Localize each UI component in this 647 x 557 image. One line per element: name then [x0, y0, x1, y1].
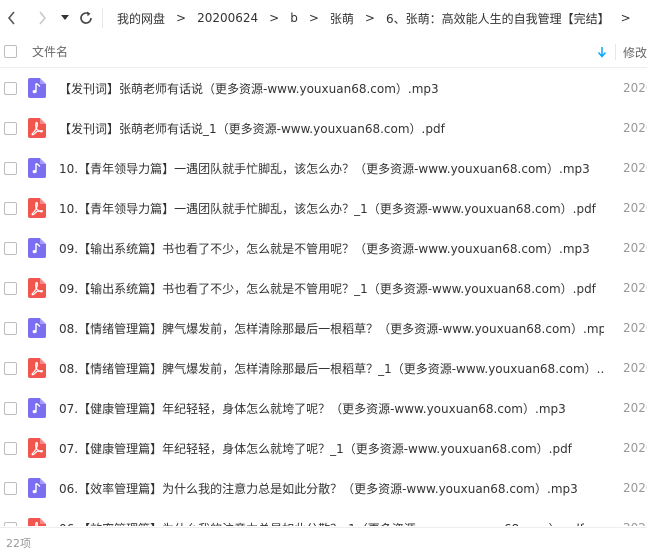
file-name[interactable]: 07.【健康管理篇】年纪轻轻，身体怎么就垮了呢？（更多资源-www.youxua… — [59, 400, 566, 417]
column-header-filename[interactable]: 文件名 — [32, 43, 68, 60]
audio-file-icon — [28, 318, 46, 338]
column-divider[interactable] — [615, 44, 616, 60]
triangle-down-icon[interactable] — [58, 0, 72, 36]
file-modified-date: 2020 — [623, 321, 647, 335]
file-name[interactable]: 08.【情绪管理篇】脾气爆发前，怎样清除那最后一根稻草？_1（更多资源-www.… — [59, 360, 604, 377]
column-header-modified[interactable]: 修改 — [623, 44, 647, 61]
row-checkbox[interactable] — [4, 441, 17, 455]
file-modified-date: 2020 — [623, 361, 647, 375]
breadcrumb: 我的网盘 > 20200624 > b > 张萌 > 6、张萌：高效能人生的自我… — [102, 8, 642, 28]
file-row[interactable]: 09.【输出系统篇】书也看了不少，怎么就是不管用呢？_1（更多资源-www.yo… — [0, 268, 647, 308]
row-checkbox[interactable] — [4, 241, 17, 255]
audio-file-icon — [28, 238, 46, 258]
row-checkbox[interactable] — [4, 361, 17, 375]
audio-file-icon — [28, 478, 46, 498]
breadcrumb-item-current[interactable]: 6、张萌：高效能人生的自我管理【完结】 — [386, 10, 610, 27]
file-row[interactable]: 08.【情绪管理篇】脾气爆发前，怎样清除那最后一根稻草？_1（更多资源-www.… — [0, 348, 647, 388]
pdf-file-icon — [28, 358, 46, 378]
file-list: 【发刊词】张萌老师有话说（更多资源-www.youxuan68.com）.mp3… — [0, 68, 647, 526]
pdf-file-icon — [28, 278, 46, 298]
audio-file-icon — [28, 158, 46, 178]
file-name[interactable]: 06.【效率管理篇】为什么我的注意力总是如此分散？_1（更多资源-www.you… — [59, 520, 584, 527]
pdf-file-icon — [28, 518, 46, 526]
chevron-right-icon[interactable] — [32, 0, 52, 36]
file-name[interactable]: 09.【输出系统篇】书也看了不少，怎么就是不管用呢？（更多资源-www.youx… — [59, 240, 590, 257]
file-row[interactable]: 07.【健康管理篇】年纪轻轻，身体怎么就垮了呢？_1（更多资源-www.youx… — [0, 428, 647, 468]
file-modified-date: 2020 — [623, 481, 647, 495]
file-modified-date: 2020 — [623, 441, 647, 455]
row-checkbox[interactable] — [4, 521, 17, 526]
file-name[interactable]: 06.【效率管理篇】为什么我的注意力总是如此分散？（更多资源-www.youxu… — [59, 480, 578, 497]
file-modified-date: 2020 — [623, 521, 647, 526]
select-all-checkbox[interactable] — [4, 45, 17, 58]
file-modified-date: 2020 — [623, 121, 647, 135]
file-row[interactable]: 07.【健康管理篇】年纪轻轻，身体怎么就垮了呢？（更多资源-www.youxua… — [0, 388, 647, 428]
pdf-file-icon — [28, 118, 46, 138]
file-name[interactable]: 09.【输出系统篇】书也看了不少，怎么就是不管用呢？_1（更多资源-www.yo… — [59, 280, 596, 297]
breadcrumb-separator: > — [176, 11, 187, 25]
file-modified-date: 2020 — [623, 161, 647, 175]
audio-file-icon — [28, 78, 46, 98]
file-modified-date: 2020 — [623, 241, 647, 255]
row-checkbox[interactable] — [4, 81, 17, 95]
file-modified-date: 2020 — [623, 401, 647, 415]
row-checkbox[interactable] — [4, 161, 17, 175]
toolbar: 我的网盘 > 20200624 > b > 张萌 > 6、张萌：高效能人生的自我… — [0, 0, 647, 36]
list-header: 文件名 修改 — [0, 36, 647, 68]
status-bar: 22项 — [0, 527, 647, 557]
file-row[interactable]: 08.【情绪管理篇】脾气爆发前，怎样清除那最后一根稻草？（更多资源-www.yo… — [0, 308, 647, 348]
breadcrumb-separator: > — [269, 11, 280, 25]
file-modified-date: 2020 — [623, 201, 647, 215]
file-row[interactable]: 【发刊词】张萌老师有话说（更多资源-www.youxuan68.com）.mp3… — [0, 68, 647, 108]
refresh-icon[interactable] — [76, 0, 96, 36]
row-checkbox[interactable] — [4, 121, 17, 135]
file-row[interactable]: 10.【青年领导力篇】一遇团队就手忙脚乱，该怎么办？_1（更多资源-www.yo… — [0, 188, 647, 228]
breadcrumb-item-root[interactable]: 我的网盘 — [117, 10, 165, 27]
arrow-down-icon[interactable] — [597, 46, 607, 58]
breadcrumb-separator: > — [364, 11, 375, 25]
audio-file-icon — [28, 398, 46, 418]
row-checkbox[interactable] — [4, 481, 17, 495]
chevron-left-icon[interactable] — [2, 0, 22, 36]
file-row[interactable]: 09.【输出系统篇】书也看了不少，怎么就是不管用呢？（更多资源-www.youx… — [0, 228, 647, 268]
breadcrumb-separator: > — [308, 11, 319, 25]
file-row[interactable]: 06.【效率管理篇】为什么我的注意力总是如此分散？（更多资源-www.youxu… — [0, 468, 647, 508]
pdf-file-icon — [28, 198, 46, 218]
breadcrumb-separator: > — [620, 11, 631, 25]
row-checkbox[interactable] — [4, 401, 17, 415]
file-name[interactable]: 10.【青年领导力篇】一遇团队就手忙脚乱，该怎么办？_1（更多资源-www.yo… — [59, 200, 596, 217]
row-checkbox[interactable] — [4, 201, 17, 215]
file-row[interactable]: 06.【效率管理篇】为什么我的注意力总是如此分散？_1（更多资源-www.you… — [0, 508, 647, 526]
file-name[interactable]: 【发刊词】张萌老师有话说_1（更多资源-www.youxuan68.com）.p… — [59, 120, 445, 137]
file-name[interactable]: 10.【青年领导力篇】一遇团队就手忙脚乱，该怎么办？（更多资源-www.youx… — [59, 160, 590, 177]
file-row[interactable]: 10.【青年领导力篇】一遇团队就手忙脚乱，该怎么办？（更多资源-www.youx… — [0, 148, 647, 188]
file-row[interactable]: 【发刊词】张萌老师有话说_1（更多资源-www.youxuan68.com）.p… — [0, 108, 647, 148]
row-checkbox[interactable] — [4, 281, 17, 295]
breadcrumb-item-b[interactable]: b — [290, 11, 298, 25]
file-modified-date: 2020 — [623, 281, 647, 295]
item-count: 22项 — [6, 536, 31, 550]
breadcrumb-item-date[interactable]: 20200624 — [197, 11, 258, 25]
pdf-file-icon — [28, 438, 46, 458]
file-name[interactable]: 07.【健康管理篇】年纪轻轻，身体怎么就垮了呢？_1（更多资源-www.youx… — [59, 440, 572, 457]
row-checkbox[interactable] — [4, 321, 17, 335]
file-modified-date: 2020 — [623, 81, 647, 95]
file-name[interactable]: 08.【情绪管理篇】脾气爆发前，怎样清除那最后一根稻草？（更多资源-www.yo… — [59, 320, 604, 337]
file-name[interactable]: 【发刊词】张萌老师有话说（更多资源-www.youxuan68.com）.mp3 — [59, 80, 439, 97]
breadcrumb-item-author[interactable]: 张萌 — [330, 10, 354, 27]
